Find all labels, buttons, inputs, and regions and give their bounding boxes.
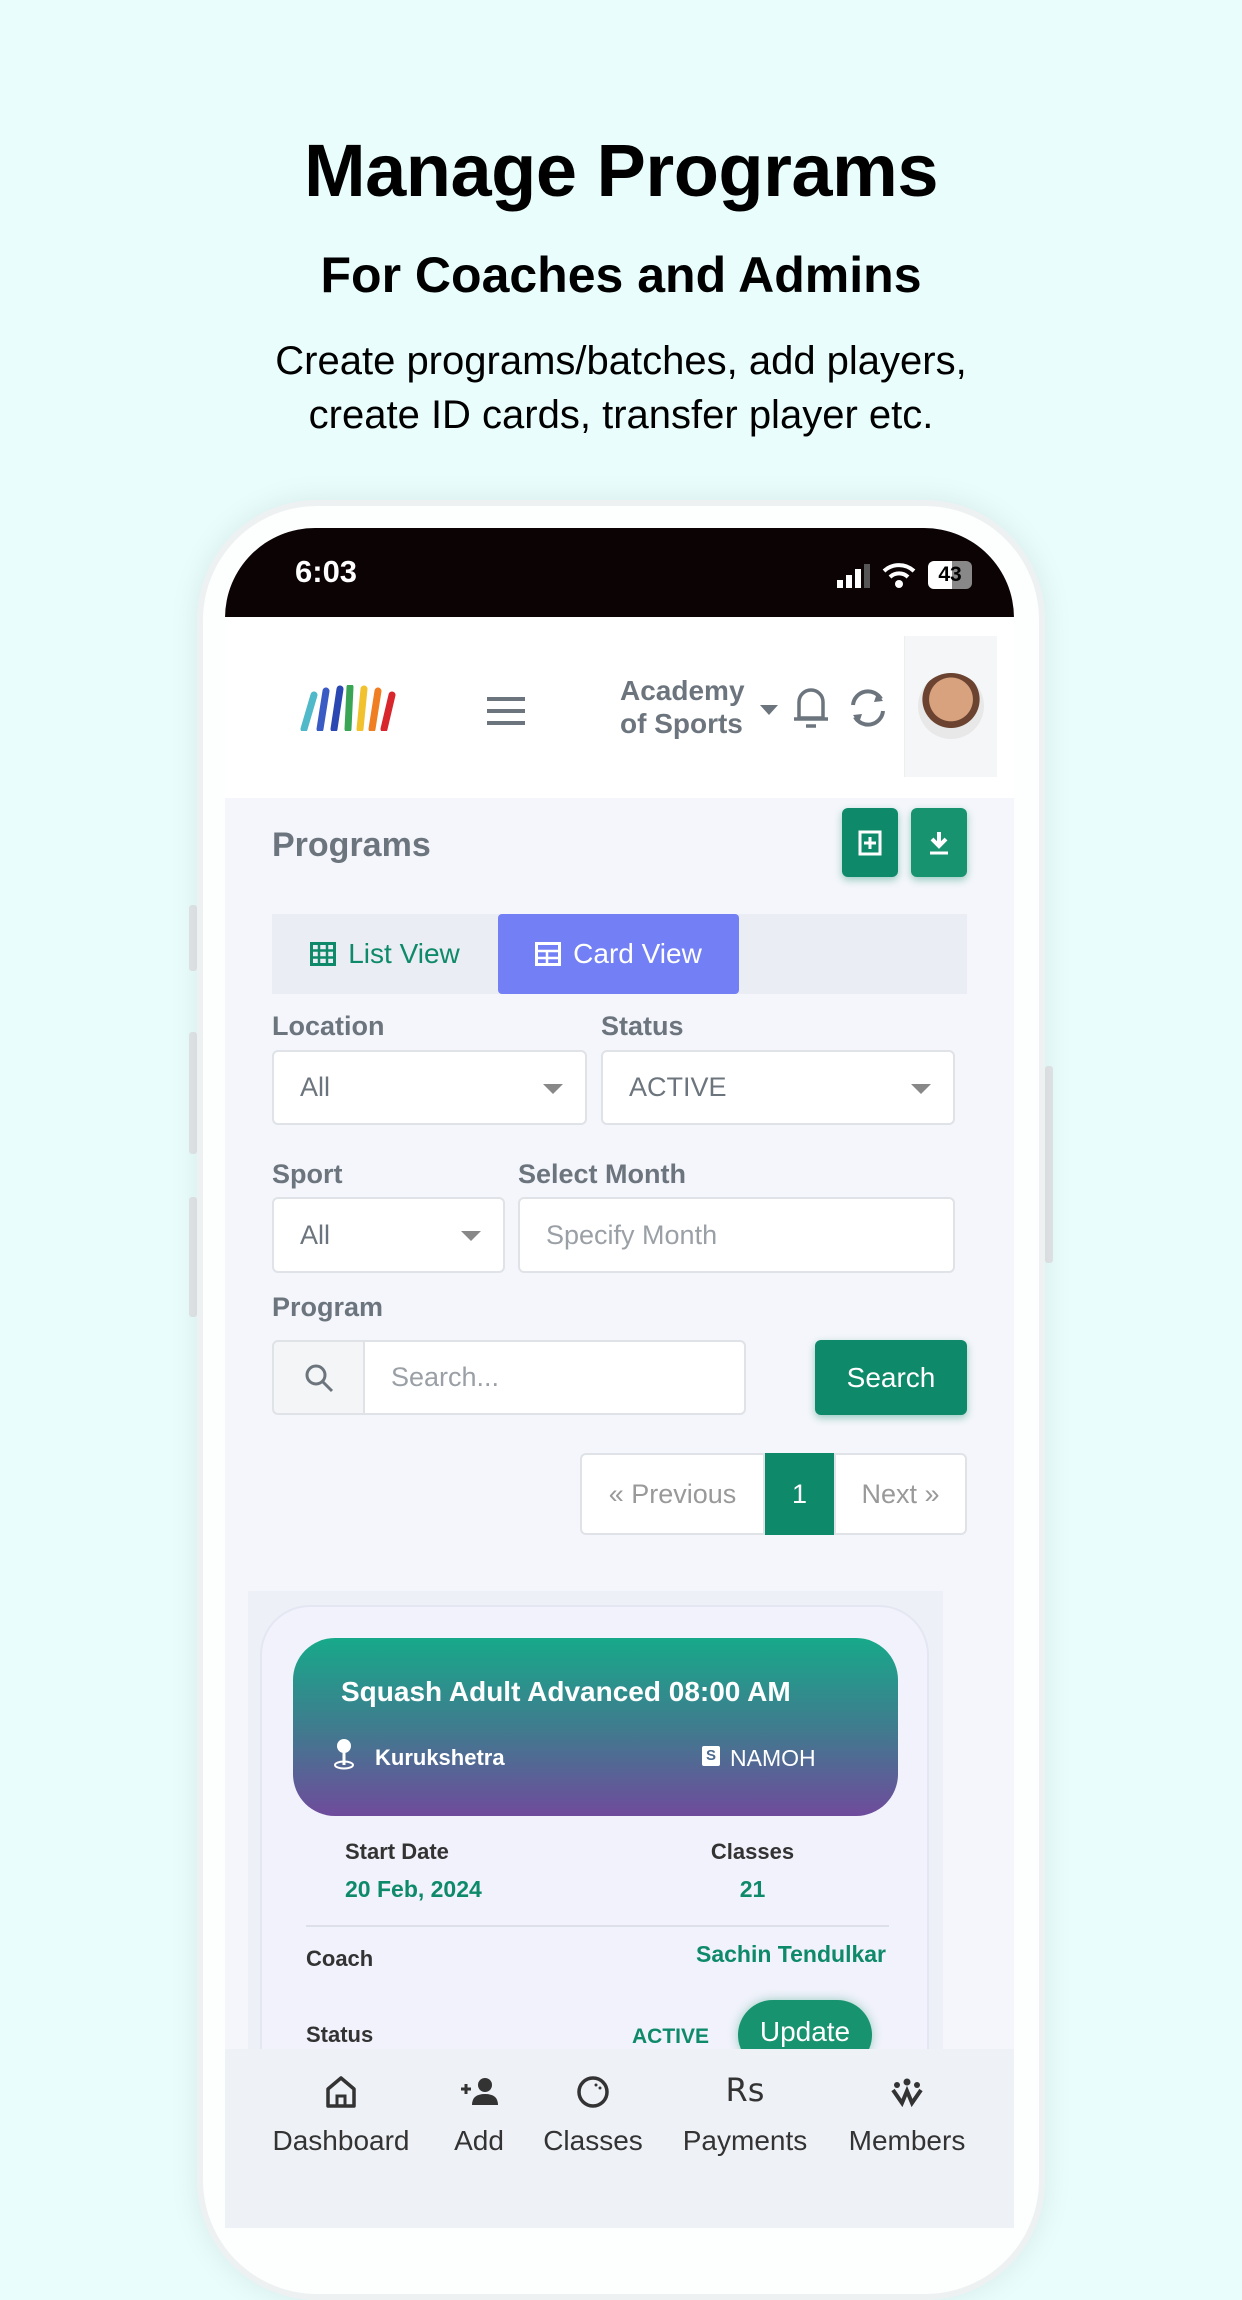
page-1-button[interactable]: 1 xyxy=(765,1453,834,1535)
sport-label: Sport xyxy=(272,1159,343,1189)
program-card-header[interactable]: Squash Adult Advanced 08:00 AM Kurukshet… xyxy=(293,1638,898,1816)
chevron-down-icon[interactable] xyxy=(760,705,778,715)
refresh-icon[interactable] xyxy=(847,687,889,729)
chevron-down-icon xyxy=(911,1083,931,1094)
location-pin-icon xyxy=(334,1739,354,1770)
plus-square-icon xyxy=(858,830,882,855)
program-location: Kurukshetra xyxy=(375,1745,505,1770)
chevron-down-icon xyxy=(543,1083,563,1094)
download-icon xyxy=(930,831,948,854)
avatar[interactable] xyxy=(918,673,984,739)
tab-label: List View xyxy=(348,938,460,969)
status-select[interactable]: ACTIVE xyxy=(601,1050,955,1125)
academy-name: Academy xyxy=(620,675,745,706)
status-label: Status xyxy=(306,2022,374,2047)
select-value: All xyxy=(300,1219,331,1250)
next-page-button[interactable]: Next » xyxy=(834,1453,967,1535)
nav-label: Dashboard xyxy=(272,2125,410,2156)
phone-button xyxy=(189,1032,197,1154)
rupee-icon: Rs xyxy=(725,2071,765,2109)
search-button[interactable]: Search xyxy=(815,1340,967,1415)
search-icon xyxy=(305,1364,333,1392)
wifi-icon xyxy=(882,563,916,588)
tab-card-view[interactable]: Card View xyxy=(498,914,739,994)
program-search-input[interactable]: Search... xyxy=(363,1340,746,1415)
select-value: ACTIVE xyxy=(629,1072,727,1102)
logo xyxy=(300,685,396,731)
tab-list-view[interactable]: List View xyxy=(272,914,498,994)
month-placeholder: Specify Month xyxy=(546,1219,718,1250)
status-label: Status xyxy=(601,1011,684,1041)
desc-line: create ID cards, transfer player etc. xyxy=(308,393,934,437)
nav-label: Payments xyxy=(682,2125,808,2156)
start-date-label: Start Date xyxy=(345,1839,449,1864)
chevron-down-icon xyxy=(461,1231,481,1241)
phone-button xyxy=(1045,1066,1053,1263)
avatar-container[interactable] xyxy=(904,636,997,777)
pagination: « Previous 1 Next » xyxy=(580,1453,967,1535)
month-label: Select Month xyxy=(518,1159,687,1189)
grid-icon xyxy=(310,942,337,966)
table-icon xyxy=(535,942,562,966)
app-screen: 6:03 43 Academy of Sports Programs List … xyxy=(225,528,1014,2228)
add-user-icon xyxy=(461,2078,498,2105)
classes-label: Classes xyxy=(710,1839,795,1864)
month-input[interactable]: Specify Month xyxy=(518,1197,955,1273)
ball-icon xyxy=(577,2076,609,2108)
status-value: ACTIVE xyxy=(632,2025,710,2048)
bottom-nav: Dashboard Add Classes Rs Payments Member… xyxy=(225,2049,1014,2228)
program-title: Squash Adult Advanced 08:00 AM xyxy=(341,1676,791,1707)
nav-classes[interactable]: Classes xyxy=(513,2075,673,2157)
sport-select[interactable]: All xyxy=(272,1197,505,1273)
academy-name: of Sports xyxy=(620,708,743,739)
download-button[interactable] xyxy=(911,808,967,877)
hamburger-menu-button[interactable] xyxy=(487,697,525,725)
bell-icon[interactable] xyxy=(791,686,831,730)
promo-subtitle: For Coaches and Admins xyxy=(320,247,922,303)
classes-value: 21 xyxy=(739,1876,766,1902)
program-label: Program xyxy=(272,1292,384,1322)
program-org: NAMOH xyxy=(730,1745,816,1771)
home-icon xyxy=(326,2076,356,2108)
academy-selector[interactable]: Academy of Sports xyxy=(620,674,745,740)
nav-dashboard[interactable]: Dashboard xyxy=(261,2075,421,2157)
app-header: Academy of Sports xyxy=(225,617,1014,798)
nav-members[interactable]: Members xyxy=(827,2075,987,2157)
nav-payments[interactable]: Rs Payments xyxy=(665,2071,825,2157)
promo-description: Create programs/batches, add players, cr… xyxy=(0,334,1242,442)
select-value: All xyxy=(300,1072,331,1102)
nav-label: Classes xyxy=(543,2125,643,2156)
nav-label: Members xyxy=(848,2125,966,2156)
sport-badge-icon: S xyxy=(702,1746,720,1766)
search-placeholder: Search... xyxy=(391,1362,500,1392)
nav-label: Add xyxy=(454,2125,504,2156)
location-label: Location xyxy=(272,1011,385,1041)
phone-button xyxy=(189,1197,197,1317)
desc-line: Create programs/batches, add players, xyxy=(275,339,967,383)
promo-title: Manage Programs xyxy=(303,129,939,212)
battery-icon: 43 xyxy=(928,561,972,589)
previous-page-button[interactable]: « Previous xyxy=(580,1453,765,1535)
divider xyxy=(306,1925,889,1927)
location-select[interactable]: All xyxy=(272,1050,587,1125)
coach-label: Coach xyxy=(306,1946,374,1971)
status-bar: 6:03 43 xyxy=(225,528,1014,617)
phone-button xyxy=(189,905,197,971)
members-icon xyxy=(891,2078,923,2108)
signal-icon xyxy=(837,564,870,588)
page-title: Programs xyxy=(272,826,431,864)
search-icon-addon xyxy=(272,1340,365,1415)
tab-label: Card View xyxy=(573,938,702,969)
clock: 6:03 xyxy=(295,554,358,589)
coach-value[interactable]: Sachin Tendulkar xyxy=(696,1941,886,1968)
add-program-button[interactable] xyxy=(842,808,898,877)
start-date-value: 20 Feb, 2024 xyxy=(345,1876,482,1902)
view-tabs: List View Card View xyxy=(272,914,967,994)
